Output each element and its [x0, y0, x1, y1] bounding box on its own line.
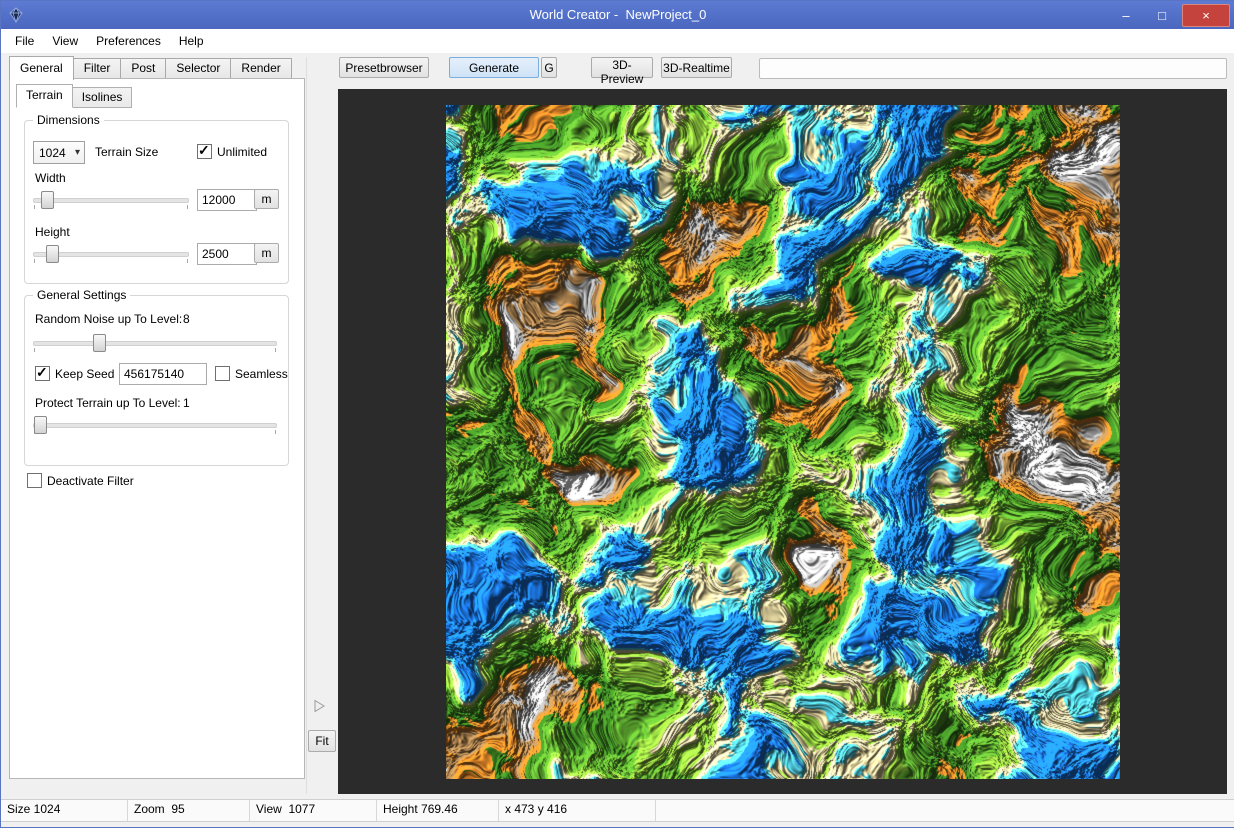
menubar: File View Preferences Help — [1, 29, 1234, 53]
g-button[interactable]: G — [541, 57, 557, 78]
width-unit-button[interactable]: m — [254, 189, 279, 209]
protect-terrain-slider[interactable] — [33, 414, 277, 434]
menu-view[interactable]: View — [43, 31, 87, 51]
tab-selector[interactable]: Selector — [165, 58, 231, 78]
tab-general[interactable]: General — [9, 56, 74, 80]
seamless-checkbox-box[interactable] — [215, 366, 230, 381]
status-height: Height 769.46 — [377, 800, 499, 821]
general-settings-legend: General Settings — [33, 288, 130, 302]
window-title: World Creator - NewProject_0 — [1, 7, 1234, 22]
slider-tick — [34, 205, 35, 209]
keep-seed-checkbox-box[interactable] — [35, 366, 50, 381]
protect-terrain-slider-thumb[interactable] — [34, 416, 47, 434]
width-slider-thumb[interactable] — [41, 191, 54, 209]
terrain-size-select[interactable]: 1024 ▾ — [33, 141, 85, 164]
height-unit-button[interactable]: m — [254, 243, 279, 263]
slider-tick — [187, 205, 188, 209]
slider-tick — [34, 348, 35, 352]
maximize-button[interactable]: □ — [1146, 5, 1178, 26]
random-noise-slider[interactable] — [33, 332, 277, 352]
settings-panel: Terrain Isolines Dimensions 1024 ▾ Terra… — [9, 78, 305, 779]
collapse-panel-arrow-icon[interactable] — [310, 697, 330, 715]
panel-tab-strip: Terrain Isolines — [16, 86, 131, 108]
status-size: Size 1024 — [1, 800, 128, 821]
dimensions-group: Dimensions 1024 ▾ Terrain Size Unlimited… — [24, 120, 289, 284]
close-button[interactable]: × — [1182, 4, 1230, 27]
protect-terrain-value: 1 — [183, 396, 190, 410]
statusbar: Size 1024 Zoom 95 View 1077 Height 769.4… — [1, 799, 1234, 822]
height-slider[interactable] — [33, 243, 189, 263]
status-empty — [656, 800, 1234, 821]
window-controls: – □ × — [1110, 4, 1230, 27]
width-input[interactable] — [197, 189, 257, 211]
tab-isolines[interactable]: Isolines — [72, 87, 133, 108]
seamless-label: Seamless — [235, 367, 288, 381]
status-coords: x 473 y 416 — [499, 800, 656, 821]
height-input[interactable] — [197, 243, 257, 265]
width-slider[interactable] — [33, 189, 189, 209]
slider-tick — [275, 430, 276, 434]
random-noise-value: 8 — [183, 312, 190, 326]
terrain-size-value: 1024 — [34, 146, 75, 160]
unlimited-checkbox-box[interactable] — [197, 144, 212, 159]
tab-filter[interactable]: Filter — [73, 58, 122, 78]
minimize-button[interactable]: – — [1110, 5, 1142, 26]
width-slider-track[interactable] — [33, 198, 189, 203]
keep-seed-checkbox[interactable]: Keep Seed — [35, 366, 114, 381]
main-tab-strip: General Filter Post Selector Render — [9, 57, 291, 78]
random-noise-slider-thumb[interactable] — [93, 334, 106, 352]
keep-seed-label: Keep Seed — [55, 367, 114, 381]
seed-input[interactable] — [119, 363, 207, 385]
tab-post[interactable]: Post — [120, 58, 166, 78]
protect-terrain-label: Protect Terrain up To Level: — [35, 396, 181, 410]
deactivate-filter-checkbox-box[interactable] — [27, 473, 42, 488]
menu-file[interactable]: File — [6, 31, 43, 51]
menu-preferences[interactable]: Preferences — [87, 31, 170, 51]
deactivate-filter-label: Deactivate Filter — [47, 474, 134, 488]
fit-button[interactable]: Fit — [308, 730, 336, 752]
unlimited-label: Unlimited — [217, 145, 267, 159]
slider-tick — [187, 259, 188, 263]
height-slider-thumb[interactable] — [46, 245, 59, 263]
terrain-size-label: Terrain Size — [95, 145, 158, 159]
3d-realtime-button[interactable]: 3D-Realtime — [661, 57, 732, 78]
tab-terrain[interactable]: Terrain — [16, 84, 73, 108]
status-zoom: Zoom 95 — [128, 800, 250, 821]
slider-tick — [275, 348, 276, 352]
deactivate-filter-checkbox[interactable]: Deactivate Filter — [27, 473, 134, 488]
chevron-down-icon: ▾ — [75, 147, 84, 158]
status-view: View 1077 — [250, 800, 377, 821]
menu-help[interactable]: Help — [170, 31, 213, 51]
terrain-viewport[interactable] — [338, 89, 1227, 794]
protect-terrain-slider-track[interactable] — [33, 423, 277, 428]
unlimited-checkbox[interactable]: Unlimited — [197, 144, 267, 159]
terrain-canvas[interactable] — [446, 105, 1120, 779]
tab-render[interactable]: Render — [230, 58, 291, 78]
3d-preview-button[interactable]: 3D-Preview — [591, 57, 653, 78]
random-noise-slider-track[interactable] — [33, 341, 277, 346]
app-window: World Creator - NewProject_0 – □ × File … — [0, 0, 1234, 828]
seamless-checkbox[interactable]: Seamless — [215, 366, 288, 381]
progress-bar — [759, 58, 1227, 79]
dimensions-legend: Dimensions — [33, 113, 104, 127]
slider-tick — [34, 259, 35, 263]
random-noise-label: Random Noise up To Level: — [35, 312, 182, 326]
width-label: Width — [35, 171, 66, 185]
height-label: Height — [35, 225, 70, 239]
panel-splitter[interactable] — [306, 57, 307, 794]
generate-button[interactable]: Generate — [449, 57, 539, 78]
general-settings-group: General Settings Random Noise up To Leve… — [24, 295, 289, 466]
presetbrowser-button[interactable]: Presetbrowser — [339, 57, 429, 78]
titlebar[interactable]: World Creator - NewProject_0 – □ × — [1, 1, 1234, 29]
